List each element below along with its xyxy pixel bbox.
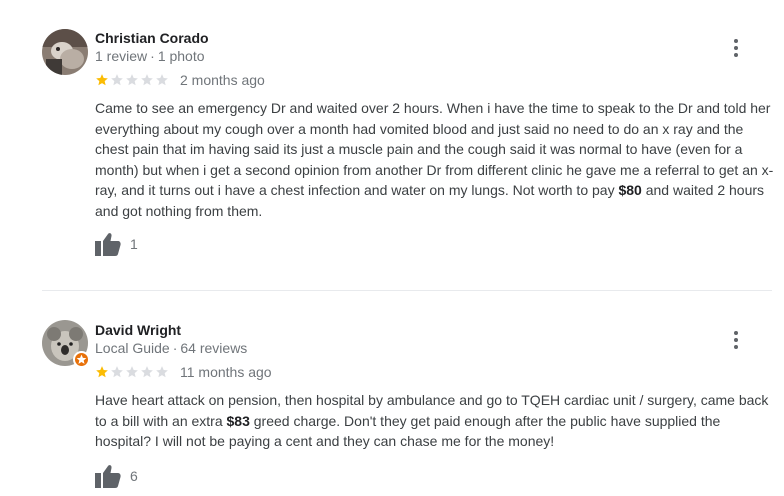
- star-empty-icon: [155, 365, 169, 379]
- star-rating: [95, 365, 169, 379]
- more-vert-icon: [734, 39, 738, 43]
- separator-dot: ·: [150, 48, 155, 64]
- review-divider: [42, 290, 772, 291]
- star-empty-icon: [140, 365, 154, 379]
- local-guide-badge: [73, 351, 90, 368]
- reviewer-name[interactable]: Christian Corado: [95, 30, 209, 46]
- review-date: 2 months ago: [180, 72, 265, 88]
- star-rating: [95, 73, 169, 87]
- more-options-button[interactable]: [725, 329, 747, 351]
- star-empty-icon: [140, 73, 154, 87]
- rating-row: 2 months ago: [95, 72, 265, 88]
- review-text: Came to see an emergency Dr and waited o…: [95, 98, 775, 222]
- more-vert-icon-dot: [734, 53, 738, 57]
- more-vert-icon-dot: [734, 46, 738, 50]
- local-guide-star-icon: [76, 354, 87, 364]
- review-count: 64 reviews: [180, 340, 248, 356]
- separator-dot: ·: [172, 340, 178, 356]
- review-text-bold: $83: [226, 412, 250, 429]
- rating-row: 11 months ago: [95, 364, 272, 380]
- star-empty-icon: [125, 73, 139, 87]
- more-vert-icon: [734, 331, 738, 335]
- star-filled-icon: [95, 365, 109, 379]
- review-text: Have heart attack on pension, then hospi…: [95, 390, 775, 452]
- star-filled-icon: [95, 73, 109, 87]
- like-button[interactable]: 6: [95, 464, 138, 488]
- star-empty-icon: [125, 365, 139, 379]
- star-empty-icon: [155, 73, 169, 87]
- review-date: 11 months ago: [180, 364, 272, 380]
- star-empty-icon: [110, 73, 124, 87]
- like-count: 1: [130, 236, 138, 252]
- review-count: 1 review: [95, 48, 148, 64]
- review-text-bold: $80: [618, 182, 642, 199]
- thumbs-up-icon: [95, 465, 121, 488]
- star-empty-icon: [110, 365, 124, 379]
- more-vert-icon-dot: [734, 338, 738, 342]
- avatar-photo-icon: [42, 29, 88, 75]
- local-guide-label: Local Guide: [95, 340, 170, 356]
- thumbs-up-icon: [95, 233, 121, 256]
- like-button[interactable]: 1: [95, 232, 138, 256]
- reviewer-stats: 1 review · 1 photo: [95, 48, 205, 64]
- reviewer-name[interactable]: David Wright: [95, 322, 181, 338]
- reviewer-avatar[interactable]: [42, 320, 90, 368]
- more-options-button[interactable]: [725, 37, 747, 59]
- like-count: 6: [130, 468, 138, 484]
- reviewer-avatar[interactable]: [42, 29, 88, 75]
- reviewer-stats: Local Guide · 64 reviews: [95, 340, 247, 356]
- more-vert-icon-dot: [734, 345, 738, 349]
- photo-count: 1 photo: [157, 48, 205, 64]
